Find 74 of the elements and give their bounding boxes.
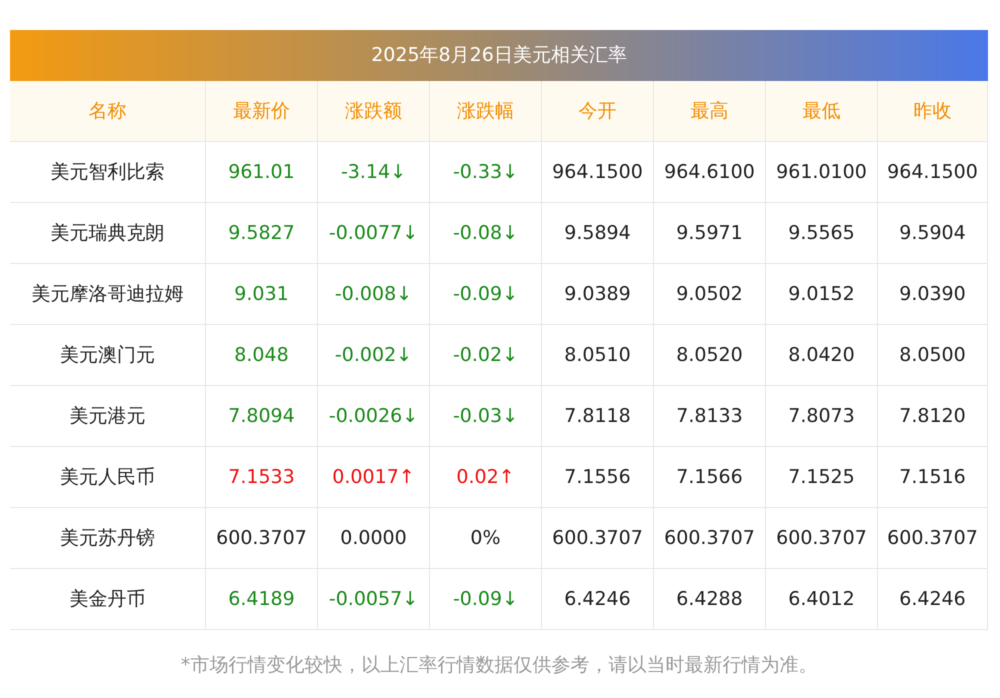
currency-name-cell-text: 美金丹币: [68, 587, 146, 612]
percent-cell: -0.09↓: [429, 264, 541, 324]
low-cell: 6.4012: [765, 569, 877, 629]
percent-cell: -0.03↓: [429, 386, 541, 446]
change-cell: -3.14↓: [317, 142, 429, 202]
open-cell: 964.1500: [541, 142, 653, 202]
price-cell: 7.8094: [205, 386, 317, 446]
column-header: 昨收: [877, 81, 988, 141]
high-cell: 7.1566: [653, 447, 765, 507]
footnote: *市场行情变化较快，以上汇率行情数据仅供参考，请以当时最新行情为准。: [180, 653, 818, 678]
open-cell: 7.8118: [541, 386, 653, 446]
percent-cell: 0.02↑: [429, 447, 541, 507]
prev-close-cell: 7.1516: [877, 447, 988, 507]
currency-name-cell-text: 美元智利比索: [50, 160, 166, 185]
currency-name-cell-text: 美元澳门元: [59, 343, 156, 368]
high-cell: 7.8133: [653, 386, 765, 446]
column-header: 涨跌幅: [429, 81, 541, 141]
percent-cell: -0.08↓: [429, 203, 541, 263]
change-cell: -0.008↓: [317, 264, 429, 324]
change-cell: 0.0017↑: [317, 447, 429, 507]
open-cell: 8.0510: [541, 325, 653, 385]
low-cell: 7.1525: [765, 447, 877, 507]
percent-cell: -0.33↓: [429, 142, 541, 202]
low-cell: 961.0100: [765, 142, 877, 202]
price-cell: 9.031: [205, 264, 317, 324]
percent-cell: -0.09↓: [429, 569, 541, 629]
column-header: 涨跌额: [317, 81, 429, 141]
currency-name-cell-text: 美元瑞典克朗: [50, 221, 166, 246]
price-cell: 6.4189: [205, 569, 317, 629]
open-cell: 600.3707: [541, 508, 653, 568]
low-cell: 9.0152: [765, 264, 877, 324]
price-cell: 8.048: [205, 325, 317, 385]
percent-cell: 0%: [429, 508, 541, 568]
change-cell: -0.0057↓: [317, 569, 429, 629]
open-cell: 9.0389: [541, 264, 653, 324]
high-cell: 6.4288: [653, 569, 765, 629]
prev-close-cell: 6.4246: [877, 569, 988, 629]
column-header: 最新价: [205, 81, 317, 141]
high-cell: 964.6100: [653, 142, 765, 202]
price-cell: 961.01: [205, 142, 317, 202]
open-cell: 9.5894: [541, 203, 653, 263]
low-cell: 7.8073: [765, 386, 877, 446]
percent-cell: -0.02↓: [429, 325, 541, 385]
prev-close-cell: 9.5904: [877, 203, 988, 263]
prev-close-cell: 600.3707: [877, 508, 988, 568]
low-cell: 8.0420: [765, 325, 877, 385]
prev-close-cell: 964.1500: [877, 142, 988, 202]
column-header: 最低: [765, 81, 877, 141]
high-cell: 9.0502: [653, 264, 765, 324]
change-cell: -0.0077↓: [317, 203, 429, 263]
currency-name-cell-text: 美元摩洛哥迪拉姆: [30, 282, 184, 307]
low-cell: 600.3707: [765, 508, 877, 568]
prev-close-cell: 9.0390: [877, 264, 988, 324]
high-cell: 600.3707: [653, 508, 765, 568]
column-header: 今开: [541, 81, 653, 141]
currency-name-cell-text: 美元港元: [68, 404, 146, 429]
open-cell: 6.4246: [541, 569, 653, 629]
prev-close-cell: 7.8120: [877, 386, 988, 446]
high-cell: 9.5971: [653, 203, 765, 263]
column-header: 最高: [653, 81, 765, 141]
change-cell: -0.0026↓: [317, 386, 429, 446]
price-cell: 7.1533: [205, 447, 317, 507]
column-header: 名称: [88, 99, 128, 124]
price-cell: 9.5827: [205, 203, 317, 263]
open-cell: 7.1556: [541, 447, 653, 507]
high-cell: 8.0520: [653, 325, 765, 385]
currency-name-cell-text: 美元苏丹镑: [59, 526, 156, 551]
price-cell: 600.3707: [205, 508, 317, 568]
table-title: 2025年8月26日美元相关汇率: [10, 30, 988, 81]
prev-close-cell: 8.0500: [877, 325, 988, 385]
change-cell: 0.0000: [317, 508, 429, 568]
change-cell: -0.002↓: [317, 325, 429, 385]
currency-name-cell-text: 美元人民币: [59, 465, 156, 490]
low-cell: 9.5565: [765, 203, 877, 263]
